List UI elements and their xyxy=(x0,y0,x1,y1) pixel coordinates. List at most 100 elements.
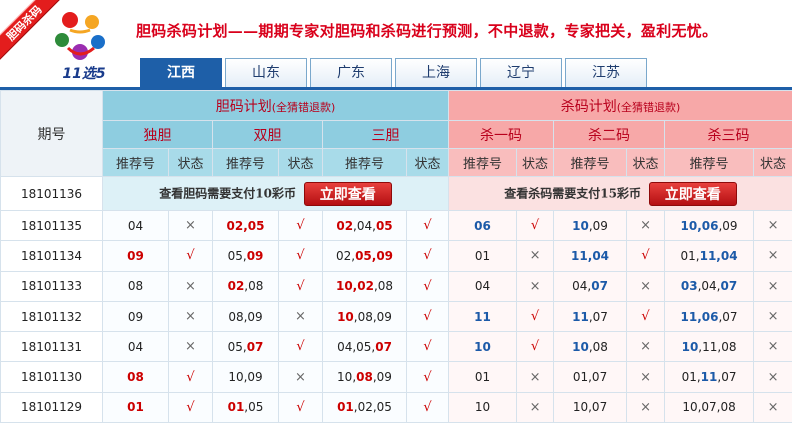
check-mark-icon: √ xyxy=(186,369,195,385)
check-mark-icon: √ xyxy=(296,248,305,264)
tab-liaoning[interactable]: 辽宁 xyxy=(480,58,562,87)
status-cell: × xyxy=(168,331,213,363)
highlighted-number: 05 xyxy=(247,218,265,233)
page-headline: 胆码杀码计划——期期专家对胆码和杀码进行预测，不中退款，专家把关，盈利无忧。 xyxy=(136,22,718,40)
header-state: 状态 xyxy=(753,148,792,177)
highlighted-number: 04 xyxy=(592,248,610,263)
tab-jiangxi[interactable]: 江西 xyxy=(140,58,222,87)
highlighted-number: 10 xyxy=(681,339,699,354)
table-row: 18101131 04 × 05,07 √ 04,05,07 √ 10 √ 10,08 × 10,11… xyxy=(0,331,792,363)
tab-shanghai[interactable]: 上海 xyxy=(395,58,477,87)
number-text: ,09 xyxy=(588,218,608,233)
header-group-sha2: 杀二码 xyxy=(553,120,666,149)
row-qihao: 18101130 xyxy=(0,361,103,393)
recommend-number-cell: 01,07 xyxy=(553,361,628,393)
recommend-number-cell: 08 xyxy=(102,270,169,302)
check-mark-icon: √ xyxy=(641,248,650,264)
number-text: ,02,05 xyxy=(353,400,392,415)
header-sha-plan: 杀码计划(全猜错退款) xyxy=(448,90,792,121)
tab-jiangsu[interactable]: 江苏 xyxy=(565,58,647,87)
check-mark-icon: √ xyxy=(641,309,650,325)
view-sha-button[interactable]: 立即查看 xyxy=(648,181,737,206)
status-cell: √ xyxy=(405,270,450,302)
tab-guangdong[interactable]: 广东 xyxy=(310,58,392,87)
number-text: 01 xyxy=(474,248,491,263)
highlighted-number: 11 xyxy=(699,248,717,263)
highlighted-number: 07 xyxy=(720,279,738,294)
header-group-shuangdan: 双胆 xyxy=(212,120,323,149)
highlighted-number: 11 xyxy=(572,309,589,324)
recommend-number-cell: 08 xyxy=(102,361,169,393)
highlighted-number: 07 xyxy=(591,279,608,294)
number-text: 09 xyxy=(127,309,144,324)
view-dan-button[interactable]: 立即查看 xyxy=(303,181,392,206)
recommend-number-cell: 02,08 xyxy=(212,270,279,302)
highlighted-number: 02 xyxy=(357,279,374,294)
cross-mark-icon: × xyxy=(529,248,541,264)
recommend-number-cell: 10,09 xyxy=(212,361,279,393)
number-text: 10,07 xyxy=(572,400,608,415)
status-cell: × xyxy=(753,300,792,333)
header-state: 状态 xyxy=(626,148,666,177)
status-cell: × xyxy=(278,300,323,333)
number-text: 05, xyxy=(227,339,247,354)
status-cell: × xyxy=(753,240,792,272)
recommend-number-cell: 03,04,07 xyxy=(664,270,755,302)
check-mark-icon: √ xyxy=(423,309,432,325)
number-text: ,07 xyxy=(717,370,737,385)
header-dan-plan: 胆码计划(全猜错退款) xyxy=(101,90,450,121)
status-cell: √ xyxy=(278,209,323,242)
pay-row: 18101136 查看胆码需要支付10彩币 立即查看 查看杀码需要支付15彩币 … xyxy=(0,176,792,211)
highlighted-number: 11 xyxy=(474,309,491,324)
number-text: ,07 xyxy=(718,309,738,324)
sha-title: 杀码计划 xyxy=(560,98,617,115)
recommend-number-cell: 01,11,07 xyxy=(664,361,755,393)
header-state: 状态 xyxy=(405,148,450,177)
highlighted-number: 04 xyxy=(720,248,738,263)
row-qihao: 18101133 xyxy=(0,270,103,302)
status-cell: × xyxy=(516,240,555,272)
check-mark-icon: √ xyxy=(423,399,432,415)
number-text: 01,07 xyxy=(572,370,608,385)
highlighted-number: 03 xyxy=(680,279,698,294)
row-qihao: 18101131 xyxy=(0,331,103,363)
recommend-number-cell: 09 xyxy=(102,240,169,272)
highlighted-number: 05 xyxy=(375,218,393,233)
row-qihao: 18101134 xyxy=(0,240,103,272)
recommend-number-cell: 04 xyxy=(102,331,169,363)
status-cell: √ xyxy=(626,240,666,272)
recommend-number-cell: 11,06,07 xyxy=(664,300,755,333)
status-cell: √ xyxy=(405,391,450,424)
check-mark-icon: √ xyxy=(186,399,195,415)
cross-mark-icon: × xyxy=(767,218,779,234)
status-cell: × xyxy=(753,331,792,363)
highlighted-number: 02 xyxy=(336,218,354,233)
status-cell: √ xyxy=(405,209,450,242)
status-cell: × xyxy=(168,300,213,333)
status-cell: √ xyxy=(278,331,323,363)
header-state: 状态 xyxy=(278,148,323,177)
number-text: 10, xyxy=(337,370,357,385)
status-cell: × xyxy=(626,270,666,302)
header-rec: 推荐号 xyxy=(664,148,755,177)
recommend-number-cell: 10,06,09 xyxy=(664,209,755,242)
cross-mark-icon: × xyxy=(185,309,196,325)
recommend-number-cell: 11,04 xyxy=(553,240,628,272)
pay-dan-text: 查看胆码需要支付10彩币 xyxy=(159,186,296,200)
pay-dan-cell: 查看胆码需要支付10彩币 立即查看 xyxy=(101,176,450,211)
header-group-sha3: 杀三码 xyxy=(664,120,792,149)
cross-mark-icon: × xyxy=(295,369,306,385)
highlighted-number: 06 xyxy=(701,218,719,233)
check-mark-icon: √ xyxy=(296,218,305,234)
recommend-number-cell: 01 xyxy=(448,361,518,393)
recommend-number-cell: 06 xyxy=(448,209,518,242)
number-text: ,04, xyxy=(697,279,721,294)
status-cell: × xyxy=(278,361,323,393)
number-text: ,09 xyxy=(372,370,392,385)
recommend-number-cell: 10,09 xyxy=(553,209,628,242)
status-cell: × xyxy=(626,361,666,393)
number-text: 10 xyxy=(474,400,491,415)
tab-shandong[interactable]: 山东 xyxy=(225,58,307,87)
number-text: 10,09 xyxy=(228,370,263,385)
pay-sha-cell: 查看杀码需要支付15彩币 立即查看 xyxy=(448,176,792,211)
